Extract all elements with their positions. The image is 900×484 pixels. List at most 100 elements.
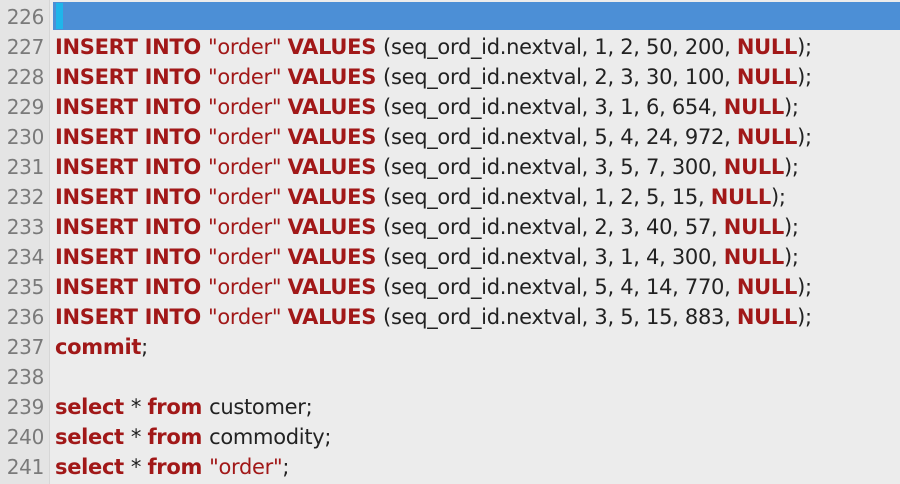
sql-keyword: NULL [736,305,798,329]
sql-text: ; [282,455,290,479]
sql-text: ); [770,185,786,209]
line-number: 227 [6,35,45,59]
code-text: INSERT INTO "order" VALUES (seq_ord_id.n… [55,212,799,242]
sql-keyword: VALUES [287,185,384,209]
line-number: 228 [6,65,45,89]
sql-keyword: NULL [736,125,798,149]
sql-keyword: INSERT INTO [55,185,208,209]
sql-keyword: INSERT INTO [55,65,208,89]
line-number: 229 [6,95,45,119]
sql-keyword: VALUES [287,245,384,269]
sql-identifier-quoted: "order" [208,245,288,269]
code-text: INSERT INTO "order" VALUES (seq_ord_id.n… [55,152,799,182]
code-line[interactable]: 235 INSERT INTO "order" VALUES (seq_ord_i… [0,272,900,302]
code-line[interactable]: 241 select * from "order"; [0,452,900,482]
code-line[interactable]: 226 [0,2,900,32]
sql-identifier-quoted: "order" [208,185,288,209]
sql-identifier-quoted: "order" [208,95,288,119]
code-text: INSERT INTO "order" VALUES (seq_ord_id.n… [55,242,799,272]
sql-keyword: VALUES [287,65,384,89]
sql-text: (seq_ord_id.nextval, 1, 2, 5, 15, [383,185,711,209]
sql-keyword: select [55,455,131,479]
code-text: INSERT INTO "order" VALUES (seq_ord_id.n… [55,32,812,62]
code-line[interactable]: 238 [0,362,900,392]
sql-text: ); [784,215,799,239]
line-number: 236 [6,305,45,329]
sql-keyword: INSERT INTO [55,305,208,329]
sql-text: (seq_ord_id.nextval, 5, 4, 14, 770, [383,275,737,299]
sql-text: ; [141,335,148,359]
code-editor[interactable]: 226 227 INSERT INTO "order" VALUES (seq_or… [0,0,900,484]
sql-keyword: from [147,425,210,449]
code-line[interactable]: 230 INSERT INTO "order" VALUES (seq_ord_i… [0,122,900,152]
sql-identifier-quoted: "order" [208,275,288,299]
sql-text: (seq_ord_id.nextval, 2, 3, 30, 100, [383,65,737,89]
sql-text: ); [797,35,812,59]
code-line[interactable]: 239 select * from customer; [0,392,900,422]
sql-text: commodity; [209,425,332,449]
code-text: INSERT INTO "order" VALUES (seq_ord_id.n… [55,272,812,302]
code-line[interactable]: 228 INSERT INTO "order" VALUES (seq_ord_i… [0,62,900,92]
sql-keyword: INSERT INTO [55,155,208,179]
code-line[interactable]: 236 INSERT INTO "order" VALUES (seq_ord_i… [0,302,900,332]
code-line[interactable]: 240 select * from commodity; [0,422,900,452]
sql-keyword: NULL [710,185,772,209]
sql-text: (seq_ord_id.nextval, 3, 1, 6, 654, [383,95,724,119]
code-text: commit; [55,332,148,362]
sql-keyword: VALUES [287,215,384,239]
sql-keyword: from [147,395,210,419]
sql-text: (seq_ord_id.nextval, 3, 5, 7, 300, [383,155,724,179]
sql-keyword: INSERT INTO [55,245,208,269]
sql-keyword: INSERT INTO [55,125,208,149]
sql-keyword: NULL [736,65,798,89]
code-line[interactable]: 231 INSERT INTO "order" VALUES (seq_ord_i… [0,152,900,182]
line-number: 238 [6,365,45,389]
sql-text: * [130,455,148,479]
code-text: select * from customer; [55,392,313,422]
sql-keyword: NULL [736,35,798,59]
line-number: 230 [6,125,45,149]
sql-text: * [130,425,148,449]
sql-keyword: from [147,455,210,479]
sql-text: (seq_ord_id.nextval, 2, 3, 40, 57, [383,215,724,239]
sql-keyword: VALUES [287,305,384,329]
code-line[interactable]: 229 INSERT INTO "order" VALUES (seq_ord_i… [0,92,900,122]
sql-keyword: INSERT INTO [55,95,208,119]
sql-identifier-quoted: "order" [208,125,288,149]
sql-text: ); [784,155,799,179]
sql-text: (seq_ord_id.nextval, 3, 5, 15, 883, [383,305,737,329]
sql-identifier-quoted: "order" [208,65,288,89]
sql-keyword: select [55,395,131,419]
sql-keyword: NULL [723,215,785,239]
code-text: INSERT INTO "order" VALUES (seq_ord_id.n… [55,122,812,152]
sql-text: * [130,395,148,419]
line-number: 235 [6,275,45,299]
sql-keyword: INSERT INTO [55,215,208,239]
code-text: select * from "order"; [55,452,289,482]
line-number: 240 [6,425,45,449]
code-line[interactable]: 233 INSERT INTO "order" VALUES (seq_ord_i… [0,212,900,242]
sql-keyword: NULL [723,95,785,119]
line-number: 226 [6,5,45,29]
sql-keyword: INSERT INTO [55,275,208,299]
sql-identifier-quoted: "order" [209,455,283,479]
sql-identifier-quoted: "order" [208,35,288,59]
sql-identifier-quoted: "order" [208,305,288,329]
sql-text: ); [797,305,812,329]
sql-text: (seq_ord_id.nextval, 1, 2, 50, 200, [383,35,737,59]
code-line[interactable]: 234 INSERT INTO "order" VALUES (seq_ord_i… [0,242,900,272]
code-line[interactable]: 227 INSERT INTO "order" VALUES (seq_ord_i… [0,32,900,62]
code-line[interactable]: 237 commit; [0,332,900,362]
sql-keyword: VALUES [287,35,384,59]
sql-identifier-quoted: "order" [208,215,288,239]
code-line[interactable]: 232 INSERT INTO "order" VALUES (seq_ord_i… [0,182,900,212]
line-number: 241 [6,455,45,479]
sql-keyword: INSERT INTO [55,35,208,59]
sql-text: ); [797,275,812,299]
sql-text: customer; [209,395,313,419]
sql-identifier-quoted: "order" [208,155,288,179]
line-number: 237 [6,335,45,359]
sql-text: ); [797,65,812,89]
sql-text: (seq_ord_id.nextval, 5, 4, 24, 972, [383,125,737,149]
sql-text: ); [784,95,799,119]
